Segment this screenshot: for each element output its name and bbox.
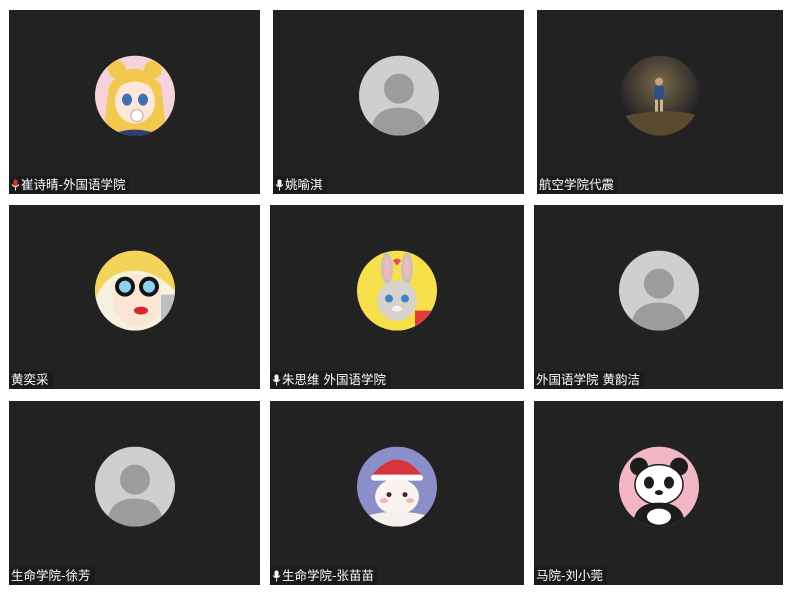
participant-name-tag: 崔诗晴-外国语学院 (9, 176, 130, 194)
default-person-avatar (618, 250, 699, 331)
participant-tile[interactable]: 朱思维 外国语学院 (270, 205, 524, 389)
default-person-avatar (358, 55, 439, 136)
default-person-avatar (94, 446, 175, 527)
participant-name-tag: 马院-刘小莞 (534, 567, 608, 585)
participant-name-tag: 姚喻淇 (273, 176, 327, 194)
video-gallery-grid: 崔诗晴-外国语学院 姚喻淇 航空学院代震 黄奕采 朱思维 外国语学院 外国语学院… (0, 0, 793, 595)
participant-tile[interactable]: 姚喻淇 (273, 10, 524, 194)
participant-name: 生命学院-张苗苗 (282, 568, 375, 583)
cartoon-panda-avatar (618, 446, 699, 527)
participant-name: 马院-刘小莞 (536, 568, 604, 583)
mic-muted-icon (11, 179, 20, 191)
participant-name: 航空学院代震 (539, 177, 615, 192)
participant-name: 朱思维 外国语学院 (282, 372, 386, 387)
participant-tile[interactable]: 生命学院-张苗苗 (270, 401, 524, 585)
participant-tile[interactable]: 黄奕采 (9, 205, 260, 389)
participant-name-tag: 外国语学院 黄韵洁 (534, 371, 644, 389)
participant-name-tag: 航空学院代震 (537, 176, 619, 194)
participant-name-tag: 生命学院-张苗苗 (270, 567, 379, 585)
participant-name-tag: 朱思维 外国语学院 (270, 371, 390, 389)
cartoon-rabbit-avatar (357, 250, 437, 331)
participant-name: 崔诗晴-外国语学院 (21, 177, 126, 192)
participant-tile[interactable]: 航空学院代震 (537, 10, 783, 194)
mic-icon (272, 374, 281, 386)
participant-name: 外国语学院 黄韵洁 (536, 372, 640, 387)
mic-icon (275, 179, 284, 191)
cartoon-sunglasses-avatar (94, 250, 175, 331)
participant-tile[interactable]: 马院-刘小莞 (534, 401, 783, 585)
participant-name-tag: 生命学院-徐芳 (9, 567, 95, 585)
participant-name: 姚喻淇 (285, 177, 323, 192)
participant-name: 黄奕采 (11, 372, 49, 387)
photo-night-person-avatar (620, 55, 700, 136)
cartoon-cat-santa-avatar (357, 446, 437, 527)
participant-tile[interactable]: 崔诗晴-外国语学院 (9, 10, 260, 194)
participant-tile[interactable]: 外国语学院 黄韵洁 (534, 205, 783, 389)
participant-tile[interactable]: 生命学院-徐芳 (9, 401, 260, 585)
participant-name: 生命学院-徐芳 (11, 568, 91, 583)
anime-girl-avatar (94, 55, 175, 136)
mic-icon (272, 570, 281, 582)
participant-name-tag: 黄奕采 (9, 371, 53, 389)
